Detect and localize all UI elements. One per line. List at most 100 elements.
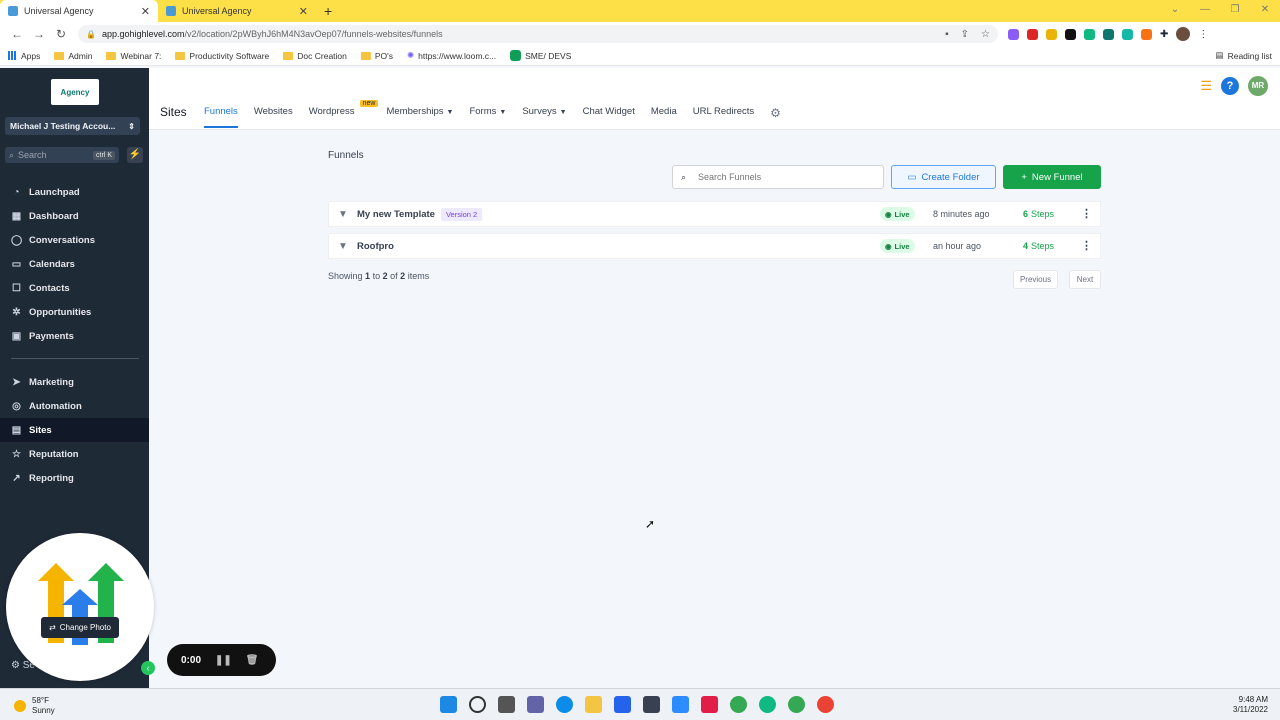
tab-forms[interactable]: Forms ▼ — [469, 106, 506, 128]
sidebar-item-dashboard[interactable]: ▦ Dashboard — [0, 204, 149, 228]
reading-list[interactable]: ▤ Reading list — [1216, 50, 1272, 61]
sidebar-item-sites[interactable]: ▤ Sites — [0, 418, 149, 442]
bookmark-webinar[interactable]: Webinar 7: — [106, 51, 161, 61]
extension-icon[interactable] — [1065, 28, 1076, 40]
search-funnels-input[interactable] — [698, 172, 859, 182]
app-icon[interactable] — [759, 696, 776, 713]
sidebar-item-conversations[interactable]: ◯ Conversations — [0, 228, 149, 252]
row-menu-icon[interactable]: ⋮ — [1081, 239, 1092, 252]
app-icon[interactable] — [701, 696, 718, 713]
close-icon[interactable]: ✕ — [299, 5, 308, 18]
sidebar-item-reputation[interactable]: ☆ Reputation — [0, 442, 149, 466]
funnel-row[interactable]: ▼ Roofpro ◉ Live an hour ago 4 Steps ⋮ — [328, 233, 1101, 259]
previous-button[interactable]: Previous — [1013, 270, 1058, 289]
sidebar-item-automation[interactable]: ◎ Automation — [0, 394, 149, 418]
tab-chat-widget[interactable]: Chat Widget — [583, 106, 635, 128]
file-explorer-icon[interactable] — [585, 696, 602, 713]
sidebar-item-calendars[interactable]: ▭ Calendars — [0, 252, 149, 276]
chrome-icon[interactable] — [730, 696, 747, 713]
pause-icon[interactable]: ❚❚ — [215, 655, 232, 666]
task-view-icon[interactable] — [498, 696, 515, 713]
agency-logo[interactable]: Agency — [51, 79, 99, 105]
tab-websites[interactable]: Websites — [254, 106, 293, 128]
weather-widget[interactable]: 58°F Sunny — [14, 696, 55, 716]
user-avatar[interactable]: MR — [1248, 76, 1268, 96]
new-funnel-button[interactable]: + New Funnel — [1003, 165, 1101, 189]
bookmark-star-icon[interactable]: ☆ — [981, 29, 990, 40]
store-icon[interactable] — [614, 696, 631, 713]
puzzle-icon[interactable]: ✚ — [1160, 29, 1168, 40]
extension-icon[interactable] — [1103, 28, 1114, 40]
address-bar[interactable]: 🔒 app.gohighlevel.com/v2/location/2pWByh… — [78, 25, 998, 43]
start-icon[interactable] — [440, 696, 457, 713]
bookmark-pos[interactable]: PO's — [360, 51, 393, 61]
extension-icon[interactable] — [1141, 28, 1152, 40]
back-icon[interactable]: ← — [6, 27, 28, 41]
tab-funnels[interactable]: Funnels — [204, 106, 238, 128]
settings-gear-icon[interactable]: ⚙ — [770, 106, 781, 128]
account-switcher[interactable]: Michael J Testing Accou... ⇕ — [5, 117, 140, 135]
sidebar-item-contacts[interactable]: ☐ Contacts — [0, 276, 149, 300]
system-clock[interactable]: 9:48 AM 3/11/2022 — [1233, 695, 1268, 715]
extension-icon[interactable] — [1084, 28, 1095, 40]
sidebar-item-launchpad[interactable]: ◔ Launchpad — [0, 180, 149, 204]
profile-avatar[interactable] — [1176, 27, 1191, 41]
chevron-down-icon[interactable]: ⌄ — [1160, 0, 1190, 22]
browser-tab-1[interactable]: Universal Agency ✕ — [0, 0, 158, 22]
camera-icon[interactable]: ▪ — [945, 29, 949, 40]
teams-icon[interactable] — [527, 696, 544, 713]
tab-surveys[interactable]: Surveys ▼ — [522, 106, 566, 128]
steps-count[interactable]: 4 Steps — [1023, 241, 1054, 251]
extension-icon[interactable] — [1122, 28, 1133, 40]
app-icon[interactable] — [643, 696, 660, 713]
bookmark-admin[interactable]: Admin — [54, 51, 92, 61]
extension-icon[interactable] — [1008, 28, 1019, 40]
tab-media[interactable]: Media — [651, 106, 677, 128]
reload-icon[interactable]: ↻ — [50, 27, 72, 41]
minimize-icon[interactable]: — — [1190, 0, 1220, 22]
search-funnels-field[interactable]: ⌕ — [672, 165, 884, 189]
more-icon[interactable]: ⋮ — [1198, 29, 1208, 40]
search-icon[interactable] — [469, 696, 486, 713]
edge-icon[interactable] — [556, 696, 573, 713]
bookmark-apps[interactable]: Apps — [8, 51, 40, 61]
tab-url-redirects[interactable]: URL Redirects — [693, 106, 754, 128]
close-window-icon[interactable]: ✕ — [1250, 0, 1280, 22]
bookmark-sme-devs[interactable]: SME/ DEVS — [510, 50, 571, 61]
steps-count[interactable]: 6 Steps — [1023, 209, 1054, 219]
funnel-name[interactable]: My new Template — [357, 209, 435, 220]
row-menu-icon[interactable]: ⋮ — [1081, 207, 1092, 220]
webcam-bubble[interactable] — [6, 533, 154, 681]
extension-icon[interactable] — [1046, 28, 1057, 40]
sidebar-item-marketing[interactable]: ➤ Marketing — [0, 370, 149, 394]
bookmark-productivity[interactable]: Productivity Software — [175, 51, 269, 61]
extension-icon[interactable] — [1027, 28, 1038, 40]
sidebar-item-payments[interactable]: ▣ Payments — [0, 324, 149, 348]
tab-wordpress[interactable]: Wordpress new — [309, 100, 379, 128]
zoom-icon[interactable] — [672, 696, 689, 713]
chrome-icon[interactable] — [788, 696, 805, 713]
notifications-list-icon[interactable]: ☰ — [1200, 78, 1212, 94]
chrome-icon[interactable] — [817, 696, 834, 713]
create-folder-button[interactable]: ▭ Create Folder — [891, 165, 996, 189]
sidebar-item-opportunities[interactable]: ✲ Opportunities — [0, 300, 149, 324]
next-button[interactable]: Next — [1069, 270, 1101, 289]
sidebar-item-reporting[interactable]: ↗ Reporting — [0, 466, 149, 490]
quick-action-bolt-icon[interactable]: ⚡ — [127, 147, 143, 163]
close-icon[interactable]: ✕ — [141, 5, 150, 18]
trash-icon[interactable]: 🗑 — [246, 655, 259, 666]
help-icon[interactable]: ? — [1221, 77, 1239, 95]
bookmark-loom[interactable]: ✺ https://www.loom.c... — [407, 50, 496, 61]
share-icon[interactable]: ⇪ — [961, 29, 969, 40]
funnel-name[interactable]: Roofpro — [357, 241, 394, 252]
funnel-row[interactable]: ▼ My new Template Version 2 ◉ Live 8 minu… — [328, 201, 1101, 227]
forward-icon[interactable]: → — [28, 27, 50, 41]
restore-icon[interactable]: ❐ — [1220, 0, 1250, 22]
tab-memberships[interactable]: Memberships ▼ — [386, 106, 453, 128]
bookmark-doc-creation[interactable]: Doc Creation — [283, 51, 347, 61]
collapse-icon[interactable]: ‹ — [141, 661, 155, 675]
change-photo-button[interactable]: ⇄ Change Photo — [41, 617, 119, 638]
browser-tab-2[interactable]: Universal Agency ✕ — [158, 0, 316, 22]
sidebar-search[interactable]: ⌕ Search ctrl K — [5, 147, 119, 163]
new-tab-icon[interactable]: + — [316, 0, 340, 22]
